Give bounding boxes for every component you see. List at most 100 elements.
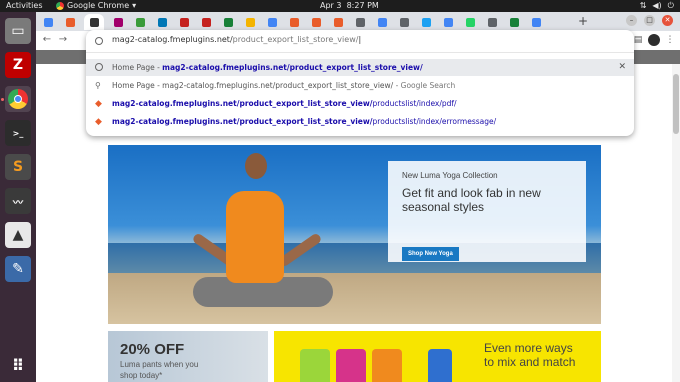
browser-tab[interactable] (352, 14, 368, 30)
app-menu-label: Google Chrome (67, 1, 130, 10)
more-menu-icon[interactable]: ⋮ (664, 34, 676, 46)
dock: ▭ Z >_ S 〰 ▲ ✎ ⠿ (0, 12, 36, 382)
browser-tab[interactable] (506, 14, 522, 30)
scrollbar-thumb[interactable] (673, 74, 679, 134)
hero-sand (108, 273, 601, 324)
tab-favicon-icon (223, 17, 233, 27)
omnibox-dropdown: mag2-catalog.fmeplugins.net/product_expo… (86, 30, 634, 136)
filezilla-icon[interactable]: Z (5, 52, 31, 78)
browser-tab[interactable] (264, 14, 280, 30)
suggestion-row[interactable]: Home Page - mag2-catalog.fmeplugins.net/… (86, 59, 634, 76)
tab-favicon-icon (245, 17, 255, 27)
browser-tab[interactable] (330, 14, 346, 30)
browser-tab[interactable] (198, 14, 214, 30)
suggestion-link-rest: productslist/index/pdf/ (372, 99, 457, 108)
browser-tab[interactable] (418, 14, 434, 30)
promo-tile-tees[interactable]: Even more ways to mix and match (274, 331, 601, 382)
remove-suggestion-icon[interactable]: ✕ (618, 62, 626, 72)
promo-tile-pants[interactable]: 20% OFF Luma pants when you shop today* (108, 331, 268, 382)
globe-icon (95, 63, 104, 72)
tank-image (428, 349, 452, 382)
browser-tab[interactable] (176, 14, 192, 30)
system-monitor-icon[interactable]: 〰 (5, 188, 31, 214)
running-indicator (1, 98, 4, 101)
suggestion-text: Home Page - mag2-catalog.fmeplugins.net/… (112, 81, 394, 90)
tab-favicon-icon (179, 17, 189, 27)
magento-icon: ◆ (95, 117, 102, 127)
page-scrollbar[interactable] (672, 64, 680, 382)
screenshot-icon[interactable]: ✎ (5, 256, 31, 282)
magento-icon: ◆ (95, 99, 102, 109)
app-menu[interactable]: Google Chrome ▾ (56, 1, 136, 10)
suggestion-row[interactable]: ◆ mag2-catalog.fmeplugins.net/product_ex… (86, 95, 634, 112)
chevron-down-icon: ▾ (132, 1, 137, 10)
terminal-icon[interactable]: >_ (5, 120, 31, 146)
address-input[interactable]: mag2-catalog.fmeplugins.net/product_expo… (112, 35, 361, 44)
tee-image (372, 349, 402, 382)
browser-tab[interactable] (462, 14, 478, 30)
hero-model-torso (226, 191, 284, 283)
browser-tab[interactable] (440, 14, 456, 30)
chrome-icon[interactable] (5, 86, 31, 112)
tile-text: Even more ways to mix and match (484, 341, 575, 369)
browser-tab[interactable] (40, 14, 56, 30)
tee-image (300, 349, 330, 382)
sublime-icon[interactable]: S (5, 154, 31, 180)
tab-favicon-icon (157, 17, 167, 27)
browser-tab[interactable] (110, 14, 126, 30)
browser-window: + – □ ✕ ← → ✚ ▣ ▤ ⋮ mag2-catalog.fmeplug… (36, 12, 680, 382)
tee-image (336, 349, 366, 382)
forward-button[interactable]: → (56, 33, 70, 47)
tab-favicon-icon (43, 17, 53, 27)
close-window-button[interactable]: ✕ (662, 15, 673, 26)
back-button[interactable]: ← (40, 33, 54, 47)
app-icon[interactable]: ▲ (5, 222, 31, 248)
tab-strip: + – □ ✕ (36, 12, 680, 31)
shop-new-yoga-button[interactable]: Shop New Yoga (402, 247, 459, 261)
tab-favicon-icon (267, 17, 277, 27)
chrome-icon (56, 1, 64, 10)
os-top-bar: Activities Google Chrome ▾ Apr 3 8:27 PM… (0, 0, 680, 12)
new-tab-button[interactable]: + (576, 14, 590, 28)
tab-favicon-icon (311, 17, 321, 27)
tab-favicon-icon (289, 17, 299, 27)
tab-favicon-icon (135, 17, 145, 27)
browser-tab[interactable] (132, 14, 148, 30)
browser-tab[interactable] (308, 14, 324, 30)
files-icon[interactable]: ▭ (5, 18, 31, 44)
suggestion-link: mag2-catalog.fmeplugins.net/product_expo… (162, 63, 423, 72)
browser-tab[interactable] (484, 14, 500, 30)
promo-kicker: New Luma Yoga Collection (402, 171, 498, 180)
browser-tab[interactable] (374, 14, 390, 30)
tab-favicon-icon (333, 17, 343, 27)
hero-banner[interactable]: New Luma Yoga Collection Get fit and loo… (108, 145, 601, 324)
maximize-button[interactable]: □ (644, 15, 655, 26)
minimize-button[interactable]: – (626, 15, 637, 26)
suggestion-row[interactable]: ⚲ Home Page - mag2-catalog.fmeplugins.ne… (86, 77, 634, 94)
show-apps-icon[interactable]: ⠿ (5, 352, 31, 378)
browser-tab[interactable] (154, 14, 170, 30)
suggestion-row[interactable]: ◆ mag2-catalog.fmeplugins.net/product_ex… (86, 113, 634, 130)
tab-favicon-icon (531, 17, 541, 27)
tile-offer: 20% OFF (120, 341, 185, 358)
browser-tab[interactable] (528, 14, 544, 30)
browser-tab[interactable] (220, 14, 236, 30)
browser-tab[interactable] (286, 14, 302, 30)
suggestion-link-rest: productslist/index/errormessage/ (372, 117, 497, 126)
browser-tab[interactable] (62, 14, 78, 30)
browser-tab[interactable] (396, 14, 412, 30)
suggestion-suffix: - Google Search (393, 81, 456, 90)
tab-favicon-icon (65, 17, 75, 27)
address-bar[interactable]: mag2-catalog.fmeplugins.net/product_expo… (86, 30, 634, 53)
tab-favicon-icon (399, 17, 409, 27)
system-tray[interactable]: ⇅ ◀) ⏻ (640, 1, 674, 11)
browser-tab[interactable] (242, 14, 258, 30)
browser-tab[interactable] (84, 14, 104, 30)
tile-line: to mix and match (484, 355, 576, 369)
address-host: mag2-catalog.fmeplugins.net/ (112, 35, 233, 44)
tab-favicon-icon (421, 17, 431, 27)
activities-button[interactable]: Activities (6, 1, 43, 10)
profile-avatar[interactable] (648, 34, 660, 46)
suggestion-link: mag2-catalog.fmeplugins.net/product_expo… (112, 117, 373, 126)
clock[interactable]: Apr 3 8:27 PM (320, 1, 379, 10)
